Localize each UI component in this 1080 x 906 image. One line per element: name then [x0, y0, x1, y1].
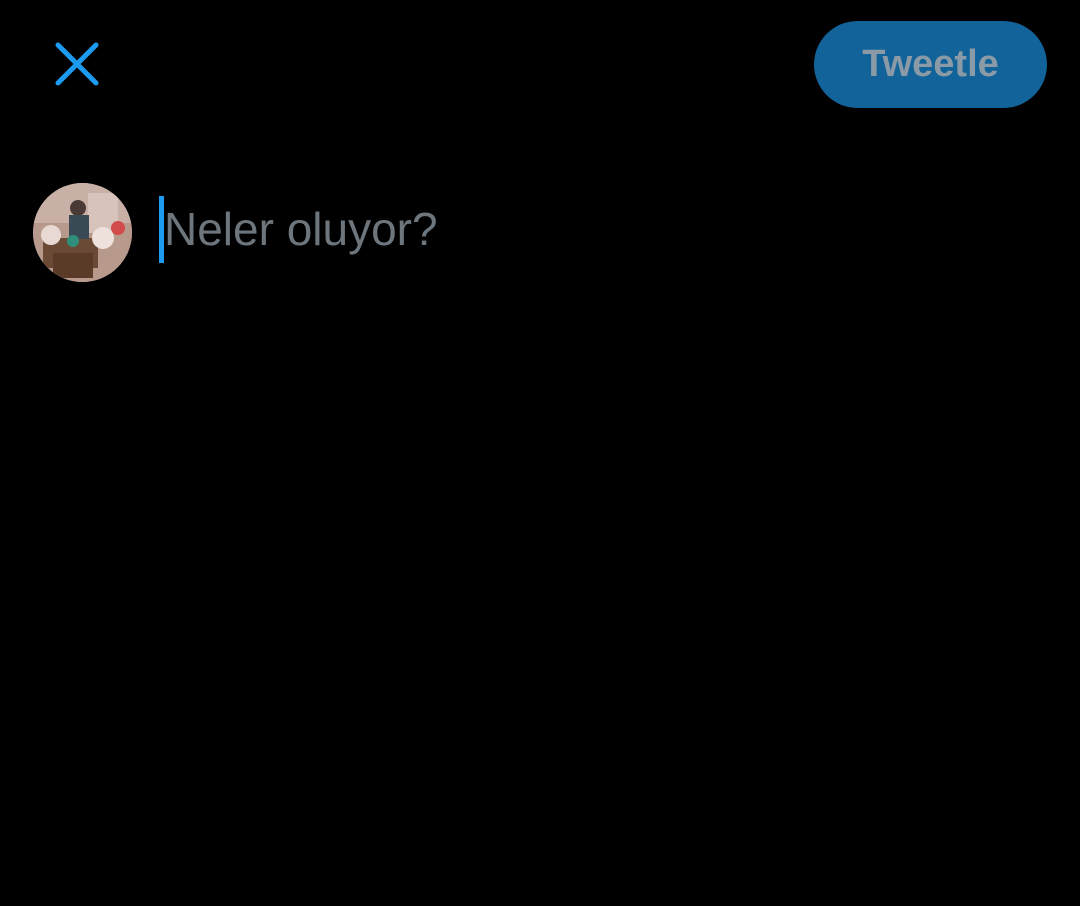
avatar[interactable]	[33, 183, 132, 282]
profile-avatar-image	[33, 183, 132, 282]
tweet-compose-screen: Tweetle Neler oluyor?	[0, 0, 1080, 906]
composer-placeholder: Neler oluyor?	[164, 203, 438, 255]
close-icon	[55, 42, 99, 86]
tweet-text-input[interactable]: Neler oluyor?	[159, 196, 438, 263]
close-button[interactable]	[44, 31, 110, 97]
tweet-button[interactable]: Tweetle	[814, 21, 1047, 108]
